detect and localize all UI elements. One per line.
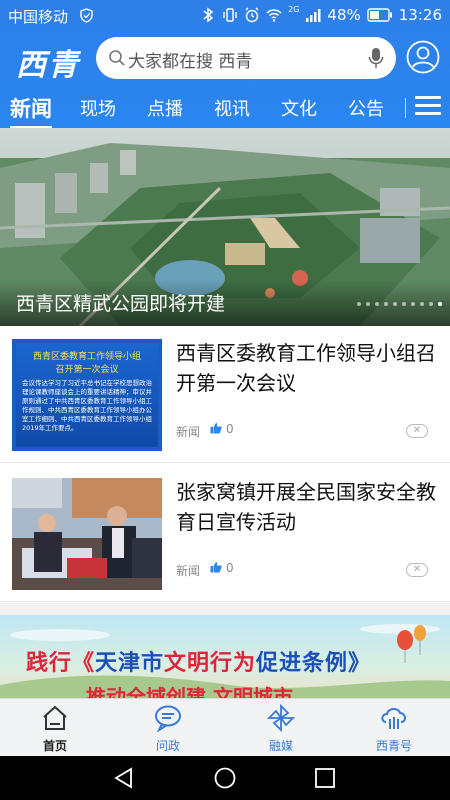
back-icon[interactable] <box>112 767 136 789</box>
nav-inquiry[interactable]: 问政 <box>123 699 213 757</box>
dismiss-icon[interactable]: ✕ <box>406 563 428 577</box>
home-icon <box>43 705 67 730</box>
app-header: 中国移动 2G 48% 13:26 西青 大家都在搜 西青 新闻 现场 点播 视… <box>0 0 450 129</box>
event-photo <box>12 478 162 590</box>
vibrate-icon <box>223 8 237 22</box>
bluetooth-icon <box>203 7 214 23</box>
nav-label: 首页 <box>42 739 67 753</box>
signal-icon <box>306 9 321 22</box>
nav-label: 西青号 <box>375 739 412 753</box>
status-icons: 2G 48% 13:26 <box>200 4 442 24</box>
thumbs-up-icon <box>210 423 222 434</box>
news-thumbnail <box>12 478 162 590</box>
dismiss-icon[interactable]: ✕ <box>406 424 428 438</box>
thumbs-up-icon <box>210 562 222 573</box>
tab-culture[interactable]: 文化 <box>281 95 317 121</box>
hero-banner[interactable]: 西青区精武公园即将开建 <box>0 128 450 326</box>
section-divider <box>0 603 450 615</box>
alarm-icon <box>245 7 259 23</box>
app-logo[interactable]: 西青 <box>16 40 80 84</box>
carousel-indicator <box>357 302 442 306</box>
nav-label: 问政 <box>155 739 180 753</box>
promo-headline: 践行《天津市文明行为促进条例》 <box>26 645 371 677</box>
clock: 13:26 <box>398 6 442 24</box>
tab-separator <box>405 98 406 118</box>
network-type: 2G <box>288 4 300 14</box>
news-item[interactable]: 张家窝镇开展全民国家安全教育日宣传活动 新闻 0 ✕ <box>0 465 450 602</box>
news-thumbnail: 西青区委教育工作领导小组 召开第一次会议 会议传达学习了习近平总书记在学校思想政… <box>12 339 162 451</box>
nav-home[interactable]: 首页 <box>10 699 100 757</box>
like-count: 0 <box>226 561 234 575</box>
hero-caption: 西青区精武公园即将开建 <box>0 280 450 326</box>
tab-live[interactable]: 现场 <box>80 95 116 121</box>
promo-subline: 推动全域创建 文明城市 <box>86 685 293 698</box>
recents-icon[interactable] <box>313 767 337 789</box>
search-placeholder: 大家都在搜 西青 <box>128 52 253 72</box>
home-circle-icon[interactable] <box>213 767 237 789</box>
hero-title: 西青区精武公园即将开建 <box>16 293 226 315</box>
status-bar: 中国移动 2G 48% 13:26 <box>0 0 450 32</box>
channel-menu-icon[interactable] <box>415 96 441 120</box>
thumbnail-text: 会议传达学习了习近平总书记在学校思想政治理论课教师座谈会上的重要讲话精神；审议并… <box>22 379 152 432</box>
tab-video[interactable]: 视讯 <box>214 95 250 121</box>
battery-percent: 48% <box>327 6 361 24</box>
search-icon <box>109 50 125 66</box>
tab-news[interactable]: 新闻 <box>10 93 52 129</box>
thumbnail-heading: 西青区委教育工作领导小组 召开第一次会议 <box>32 352 141 375</box>
news-category: 新闻 <box>176 564 201 578</box>
user-profile-icon[interactable] <box>406 40 440 74</box>
nav-media[interactable]: 融媒 <box>236 699 326 757</box>
news-category: 新闻 <box>176 425 201 439</box>
pinwheel-icon <box>266 704 296 732</box>
microphone-icon[interactable] <box>368 47 384 69</box>
tab-notice[interactable]: 公告 <box>348 95 384 121</box>
search-bar[interactable]: 大家都在搜 西青 <box>96 37 396 79</box>
nav-xiqing-account[interactable]: 西青号 <box>349 699 439 757</box>
promo-text-part: 践行《 <box>26 650 96 676</box>
cloud-icon <box>381 708 406 729</box>
carrier-label: 中国移动 <box>8 8 69 26</box>
nav-label: 融媒 <box>268 739 293 753</box>
promo-text-part: 天津市 <box>95 650 165 676</box>
promo-text-part: 促进条例》 <box>256 650 372 676</box>
like-count: 0 <box>226 422 234 436</box>
promo-text-part: 文明行为 <box>164 650 257 676</box>
chat-icon <box>155 705 181 732</box>
news-item[interactable]: 西青区委教育工作领导小组 召开第一次会议 会议传达学习了习近平总书记在学校思想政… <box>0 326 450 463</box>
news-title[interactable]: 西青区委教育工作领导小组召开第一次会议 <box>176 338 438 398</box>
channel-tabs: 新闻 现场 点播 视讯 文化 公告 <box>0 90 450 129</box>
promo-banner[interactable]: 践行《天津市文明行为促进条例》 推动全域创建 文明城市 <box>0 615 450 698</box>
wifi-icon <box>266 9 282 22</box>
tab-vod[interactable]: 点播 <box>147 95 183 121</box>
system-navigation-bar <box>0 756 450 800</box>
news-title[interactable]: 张家窝镇开展全民国家安全教育日宣传活动 <box>176 477 438 537</box>
bottom-navigation: 首页 问政 融媒 西青号 <box>0 698 450 756</box>
battery-icon <box>367 8 392 22</box>
shield-icon <box>80 8 93 23</box>
